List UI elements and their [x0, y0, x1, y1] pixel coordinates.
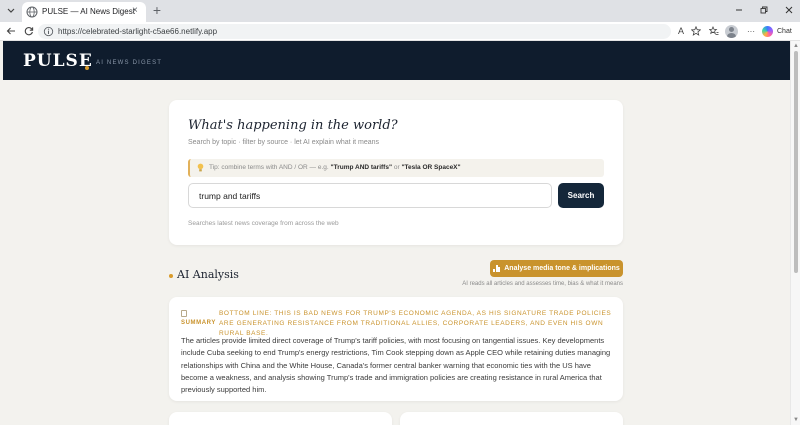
restore-icon [760, 6, 768, 14]
brand-dot-icon [85, 66, 89, 70]
scroll-up-arrow-icon[interactable]: ▲ [793, 43, 799, 49]
article-card[interactable] [169, 412, 392, 425]
page-scrollbar[interactable]: ▲ ▼ [790, 41, 800, 425]
search-input[interactable] [188, 183, 552, 208]
bar-chart-icon [493, 265, 501, 272]
minimize-window-button[interactable] [732, 3, 746, 17]
brand-tagline: AI NEWS DIGEST [96, 60, 163, 66]
arrow-left-icon [6, 27, 15, 35]
search-card: What's happening in the world? Search by… [169, 100, 623, 245]
tip-text: Tip: combine terms with AND / OR — e.g. … [209, 164, 461, 171]
tab-title: PULSE — AI News Digest [42, 7, 135, 16]
favorites-icon [709, 26, 719, 36]
brand-logo[interactable]: PULSE [23, 51, 93, 71]
hero-title: What's happening in the world? [188, 118, 398, 133]
copilot-chat-button[interactable]: Chat [762, 24, 796, 39]
tip-example-2: "Tesla OR SpaceX" [401, 164, 461, 171]
scrollbar-thumb[interactable] [794, 51, 798, 273]
analyse-note: AI reads all articles and assesses time,… [462, 281, 623, 287]
close-tab-icon[interactable]: × [132, 5, 138, 17]
analyse-media-tone-button[interactable]: Analyse media tone & implications [490, 260, 623, 277]
reload-button[interactable] [22, 24, 36, 38]
hero-subtitle: Search by topic · filter by source · let… [188, 139, 380, 146]
browser-tab[interactable]: PULSE — AI News Digest × [22, 2, 146, 22]
tab-actions-menu-button[interactable] [4, 4, 18, 18]
lightbulb-icon [197, 163, 204, 172]
document-icon [181, 310, 187, 317]
tip-prefix: Tip: combine terms with AND / OR — e.g. [209, 164, 331, 171]
favorites-button[interactable] [708, 25, 720, 37]
back-button[interactable] [4, 24, 18, 38]
tip-example-1: "Trump AND tariffs" [330, 164, 393, 171]
summary-card: SUMMARY BOTTOM LINE: THIS IS BAD NEWS FO… [169, 297, 623, 401]
summary-text: The articles provide limited direct cove… [181, 336, 611, 395]
analysis-section-title: AI Analysis [177, 268, 239, 281]
copilot-logo-icon [762, 26, 773, 37]
scroll-down-arrow-icon[interactable]: ▼ [793, 417, 799, 423]
site-info-icon[interactable] [43, 26, 54, 37]
url-text[interactable]: https://celebrated-starlight-c5ae66.netl… [58, 27, 217, 36]
app-header: PULSE AI NEWS DIGEST [3, 41, 790, 80]
browser-tab-bar: PULSE — AI News Digest × + [0, 0, 800, 22]
reload-icon [24, 27, 34, 36]
restore-window-button[interactable] [757, 3, 771, 17]
minimize-icon [736, 9, 742, 11]
address-bar[interactable]: https://celebrated-starlight-c5ae66.netl… [38, 24, 671, 39]
analyse-button-label: Analyse media tone & implications [504, 265, 620, 272]
search-button[interactable]: Search [558, 183, 604, 208]
more-options-icon: ··· [747, 26, 755, 36]
settings-more-button[interactable]: ··· [745, 25, 757, 37]
read-aloud-button[interactable]: A [675, 25, 687, 37]
summary-label: SUMMARY [181, 320, 216, 326]
favorite-star-button[interactable] [690, 25, 702, 37]
close-icon [785, 6, 793, 14]
page-viewport: PULSE AI NEWS DIGEST What's happening in… [0, 41, 800, 425]
star-icon [691, 26, 701, 36]
search-hint: Searches latest news coverage from acros… [188, 220, 339, 227]
globe-icon [26, 6, 38, 18]
new-tab-button[interactable]: + [150, 2, 164, 18]
profile-avatar[interactable] [725, 25, 738, 38]
close-window-button[interactable] [782, 3, 796, 17]
article-card[interactable] [400, 412, 623, 425]
read-aloud-icon: A [677, 26, 684, 36]
browser-toolbar: https://celebrated-starlight-c5ae66.netl… [0, 22, 800, 41]
chat-label: Chat [777, 28, 792, 35]
section-bullet-icon [169, 274, 173, 278]
search-tip: Tip: combine terms with AND / OR — e.g. … [188, 159, 604, 177]
chevron-down-icon [7, 8, 15, 13]
